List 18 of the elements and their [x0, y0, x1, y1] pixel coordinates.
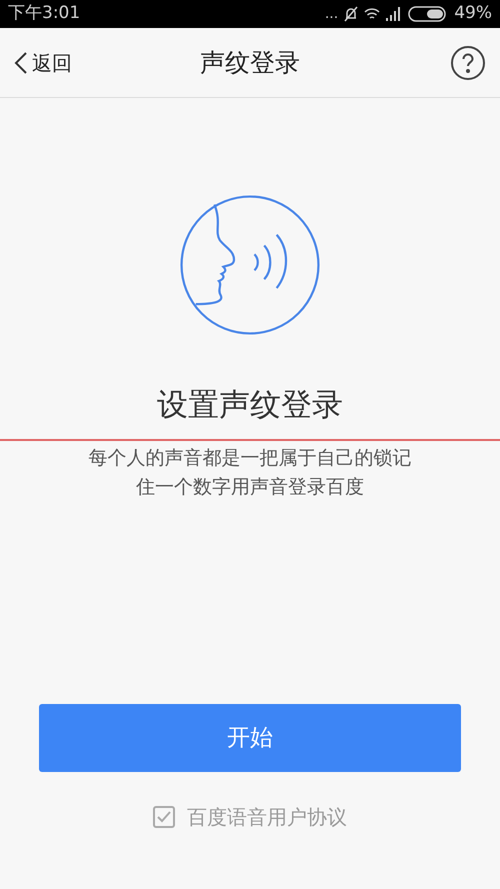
description-line: 住一个数字用声音登录百度 — [136, 475, 364, 500]
setup-heading: 设置声纹登录 — [156, 386, 344, 425]
status-time: 下午3:01 — [8, 2, 80, 26]
page-title: 声纹登录 — [200, 46, 300, 79]
status-dots: ... — [324, 4, 338, 24]
wifi-icon — [364, 7, 380, 21]
back-button[interactable]: 返回 — [14, 48, 72, 78]
description-line: 每个人的声音都是一把属于自己的锁记 — [88, 446, 412, 471]
check-icon — [157, 811, 171, 823]
help-icon[interactable] — [450, 44, 486, 80]
start-button[interactable]: 开始 — [39, 704, 461, 772]
signal-icon — [386, 7, 402, 21]
bell-off-icon — [344, 6, 358, 22]
chevron-left-icon — [14, 50, 28, 74]
battery-percent: 49% — [454, 2, 492, 26]
agreement-link[interactable]: 百度语音用户协议 — [187, 802, 347, 832]
battery-icon — [408, 6, 448, 22]
agreement-checkbox[interactable] — [153, 806, 175, 828]
